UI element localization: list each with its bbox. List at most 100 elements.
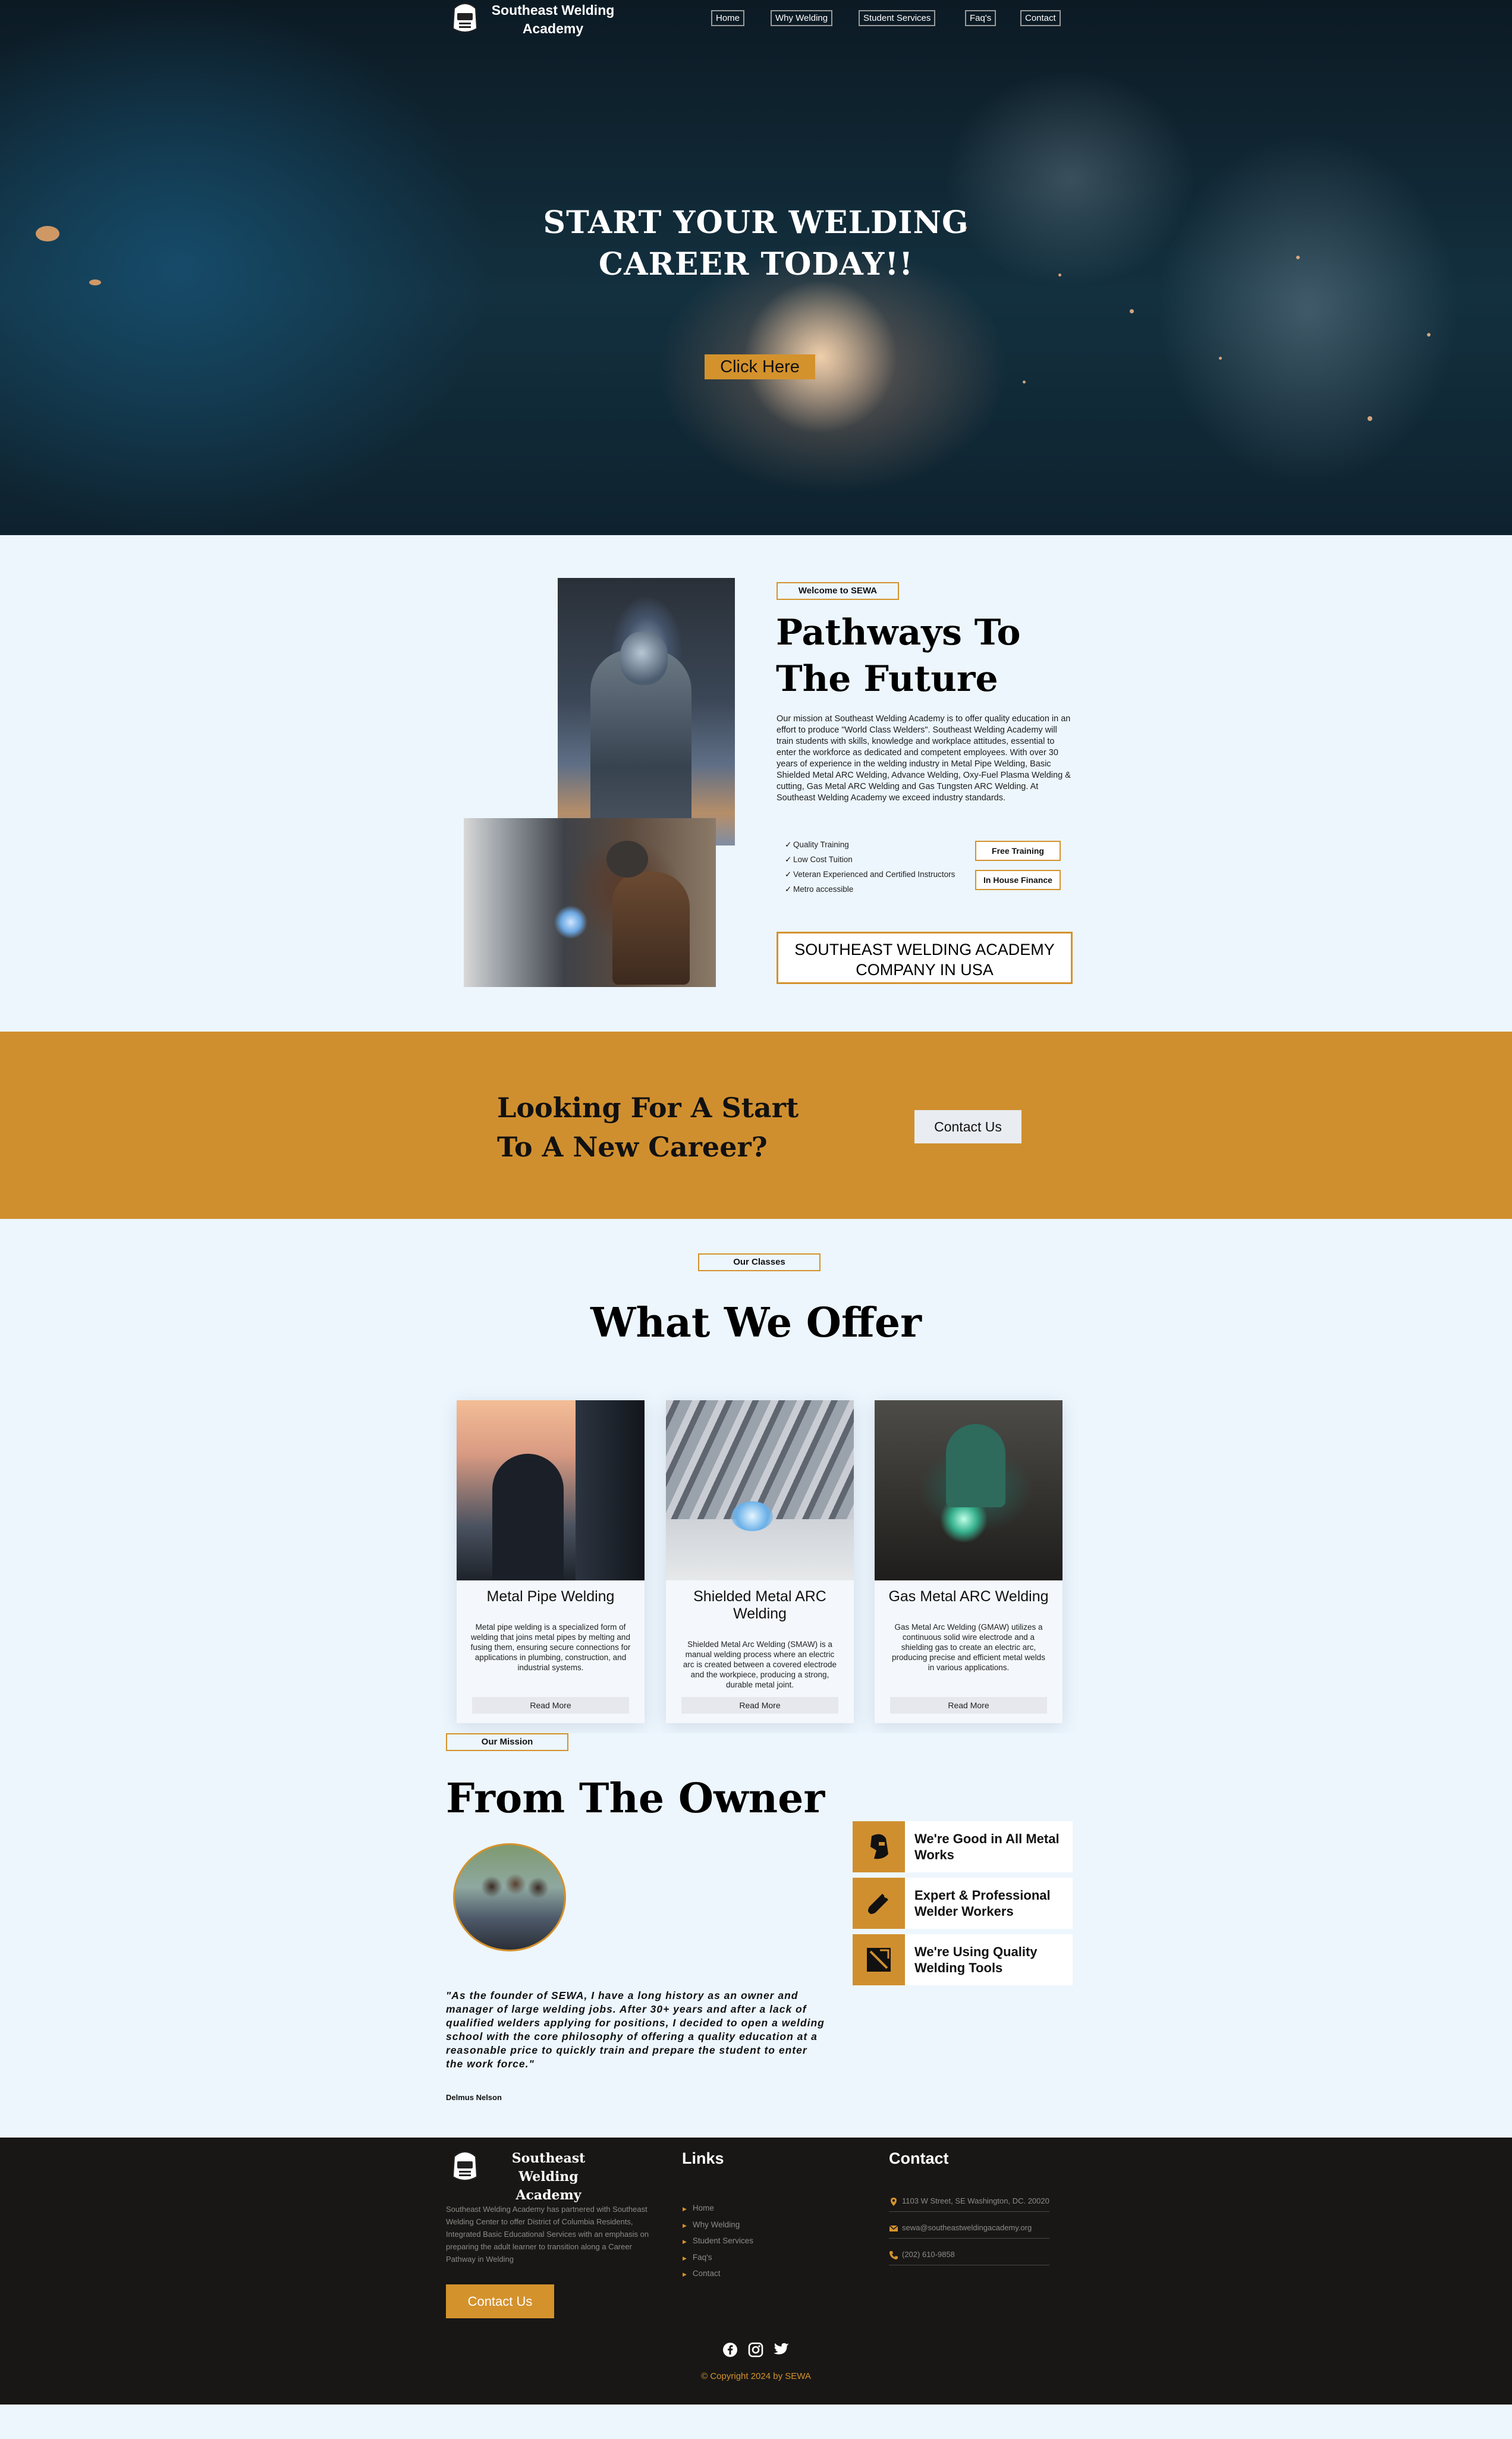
checklist-item: ✓ Low Cost Tuition <box>785 852 955 867</box>
company-line2: COMPANY IN USA <box>856 961 994 979</box>
from-the-owner-title: From The Owner <box>446 1775 825 1822</box>
classes-tag: Our Classes <box>698 1253 821 1271</box>
owner-quote: "As the founder of SEWA, I have a long h… <box>446 1989 825 2070</box>
in-house-finance-badge[interactable]: In House Finance <box>975 870 1061 890</box>
contact-address: 1103 W Street, SE Washington, DC. 20020 <box>889 2196 1049 2212</box>
welding-helmet-logo-icon[interactable] <box>447 2148 483 2185</box>
footer-contact-us-button[interactable]: Contact Us <box>446 2284 554 2318</box>
welding-helmet-logo-icon[interactable] <box>447 0 483 37</box>
cta-title-line2: To A New Career? <box>497 1131 768 1163</box>
spark <box>1368 416 1372 421</box>
nav-contact[interactable]: Contact <box>1020 10 1061 26</box>
contact-email-text[interactable]: sewa@southeastweldingacademy.org <box>902 2223 1032 2232</box>
check-icon: ✓ <box>785 870 792 879</box>
free-training-badge[interactable]: Free Training <box>975 841 1061 861</box>
read-more-button[interactable]: Read More <box>472 1697 629 1714</box>
instagram-icon[interactable] <box>748 2342 763 2361</box>
cta-contact-us-button[interactable]: Contact Us <box>914 1110 1021 1143</box>
feature-text: Expert & Professional Welder Workers <box>914 1888 1051 1919</box>
caret-right-icon: ▶ <box>683 2239 687 2245</box>
welder-tool-icon <box>853 1934 905 1985</box>
feature-checklist: ✓ Quality Training ✓ Low Cost Tuition ✓ Vet… <box>785 837 955 897</box>
checklist-item: ✓ Metro accessible <box>785 882 955 897</box>
welcome-tag: Welcome to SEWA <box>777 582 899 600</box>
nav-student-services[interactable]: Student Services <box>859 10 936 26</box>
spark <box>1219 357 1222 360</box>
facebook-icon[interactable] <box>722 2342 738 2361</box>
hero-title-line1: START YOUR WELDING <box>543 205 969 241</box>
caret-right-icon: ▶ <box>683 2206 687 2212</box>
torch-icon <box>853 1878 905 1929</box>
footer-link-faqs[interactable]: ▶ Faq's <box>683 2250 753 2267</box>
class-card-title: Shielded Metal ARC Welding <box>693 1588 826 1622</box>
mission-tag: Our Mission <box>446 1733 568 1751</box>
checklist-label: Quality Training <box>793 840 849 849</box>
pathways-title: Pathways To The Future <box>776 609 1021 702</box>
caret-right-icon: ▶ <box>683 2255 687 2261</box>
nav-faqs[interactable]: Faq's <box>965 10 997 26</box>
spark <box>1130 309 1134 313</box>
check-icon: ✓ <box>785 885 792 894</box>
footer-link-home[interactable]: ▶ Home <box>683 2201 753 2217</box>
welding-helmet-icon <box>853 1821 905 1872</box>
cta-band: Looking For A Start To A New Career? Con… <box>0 1032 1512 1219</box>
class-card-text: Metal pipe welding is a specialized form… <box>470 1623 631 1672</box>
footer-link-contact[interactable]: ▶ Contact <box>683 2266 753 2283</box>
welder-figure <box>946 1424 1005 1507</box>
hero-title: START YOUR WELDING CAREER TODAY!! <box>0 202 1512 285</box>
contact-phone[interactable]: (202) 610-9858 <box>889 2249 1049 2265</box>
welder-apron <box>612 872 690 985</box>
contact-heading: Contact <box>889 2149 949 2167</box>
brand-name[interactable]: Southeast Welding Academy <box>488 1 618 38</box>
checklist-item: ✓ Quality Training <box>785 837 955 852</box>
arc-glow <box>731 1501 773 1531</box>
footer-link-label[interactable]: Why Welding <box>693 2220 740 2229</box>
read-more-button[interactable]: Read More <box>890 1697 1047 1714</box>
footer-link-label[interactable]: Student Services <box>693 2236 753 2245</box>
welder-helmet-photo <box>558 578 735 846</box>
class-card-text: Gas Metal Arc Welding (GMAW) utilizes a … <box>892 1623 1045 1672</box>
envelope-icon <box>889 2225 898 2231</box>
social-links <box>0 2342 1512 2361</box>
feature-text: We're Using Quality Welding Tools <box>914 1944 1038 1975</box>
cta-title-line1: Looking For A Start <box>497 1092 799 1124</box>
owner-avatar <box>453 1843 566 1951</box>
class-card-title: Gas Metal ARC Welding <box>888 1588 1049 1605</box>
welder-silhouette <box>492 1454 564 1580</box>
read-more-button[interactable]: Read More <box>681 1697 838 1714</box>
contact-phone-text[interactable]: (202) 610-9858 <box>902 2250 955 2259</box>
shielded-metal-arc-photo <box>666 1400 854 1580</box>
mission-paragraph: Our mission at Southeast Welding Academy… <box>777 714 1071 803</box>
feature-box: Expert & Professional Welder Workers <box>853 1878 1073 1929</box>
company-banner: SOUTHEAST WELDING ACADEMY COMPANY IN USA <box>777 932 1073 984</box>
contact-email[interactable]: sewa@southeastweldingacademy.org <box>889 2223 1049 2239</box>
twitter-icon[interactable] <box>773 2343 790 2360</box>
owner-section: Our Mission From The Owner "As the found… <box>0 1733 1512 2138</box>
feature-box: We're Good in All Metal Works <box>853 1821 1073 1872</box>
checklist-label: Low Cost Tuition <box>793 855 853 864</box>
classes-section: Our Classes What We Offer Metal Pipe Wel… <box>0 1219 1512 1733</box>
nav-why-welding[interactable]: Why Welding <box>771 10 833 26</box>
footer-link-student-services[interactable]: ▶ Student Services <box>683 2233 753 2250</box>
spark <box>1023 381 1026 384</box>
feature-box: We're Using Quality Welding Tools <box>853 1934 1073 1985</box>
class-card: Metal Pipe Welding Metal pipe welding is… <box>457 1400 645 1723</box>
footer-link-label[interactable]: Home <box>693 2204 714 2212</box>
footer-link-label[interactable]: Faq's <box>693 2253 712 2262</box>
footer-brand[interactable]: Southeast Welding Academy <box>485 2149 612 2205</box>
check-icon: ✓ <box>785 855 792 864</box>
footer-link-label[interactable]: Contact <box>693 2269 721 2278</box>
footer-link-why-welding[interactable]: ▶ Why Welding <box>683 2217 753 2234</box>
welcome-section: Welcome to SEWA Pathways To The Future O… <box>0 535 1512 1032</box>
what-we-offer-title: What We Offer <box>590 1299 922 1347</box>
nav-home[interactable]: Home <box>711 10 745 26</box>
gas-metal-arc-photo <box>875 1400 1063 1580</box>
top-navigation: Southeast Welding Academy Home Why Weldi… <box>0 0 1512 42</box>
metal-pipe-welding-photo <box>457 1400 645 1580</box>
welder-head <box>606 841 648 878</box>
photo-shadow <box>576 1400 645 1580</box>
checklist-label: Metro accessible <box>793 885 854 894</box>
hero-click-here-button[interactable]: Click Here <box>705 354 815 379</box>
hero-section: Southeast Welding Academy Home Why Weldi… <box>0 0 1512 535</box>
site-footer: Southeast Welding Academy Southeast Weld… <box>0 2138 1512 2405</box>
